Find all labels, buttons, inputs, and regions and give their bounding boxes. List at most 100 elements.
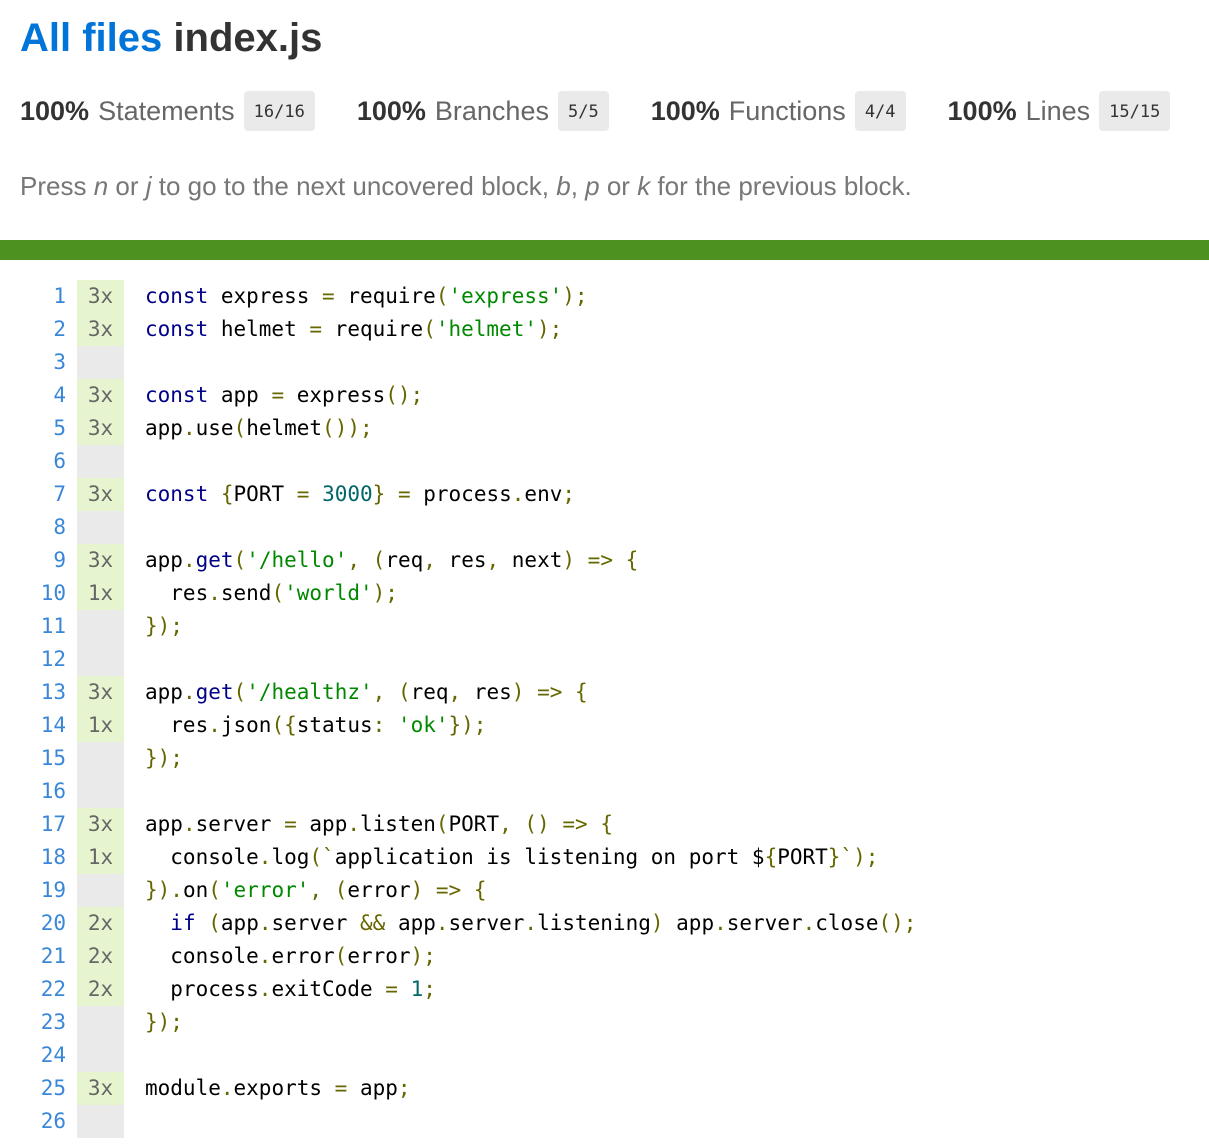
code-line: 2 3x const helmet = require('helmet'); — [0, 313, 1209, 346]
hint-text: to go to the next uncovered block, — [151, 171, 557, 201]
code-line: 23}); — [0, 1006, 1209, 1039]
line-number-link[interactable]: 11 — [0, 610, 67, 643]
line-number: 15 — [40, 746, 66, 770]
line-number-link[interactable]: 8 — [0, 511, 67, 544]
code-token: ( — [423, 317, 436, 341]
line-number-link[interactable]: 22 — [0, 973, 67, 1006]
line-number-link[interactable]: 5 — [0, 412, 67, 445]
line-number-link[interactable]: 26 — [0, 1105, 67, 1138]
source-text: console.log(`application is listening on… — [124, 841, 878, 874]
code-token: app — [347, 1076, 398, 1100]
code-token: . — [258, 977, 272, 1001]
code-token: && — [360, 911, 386, 935]
code-token: . — [802, 911, 816, 935]
code-token: , — [486, 548, 500, 572]
hit-count — [77, 775, 124, 808]
code-line: 10 1x res.send('world'); — [0, 577, 1209, 610]
hit-count: 3x — [77, 478, 124, 511]
source-text: app.use(helmet()); — [124, 412, 373, 445]
line-number-link[interactable]: 4 — [0, 379, 67, 412]
line-number-link[interactable]: 10 — [0, 577, 67, 610]
branches-percent: 100% — [356, 95, 426, 126]
hit-count: 2x — [77, 907, 124, 940]
code-line: 22 2x process.exitCode = 1; — [0, 973, 1209, 1006]
code-token: { — [220, 482, 234, 506]
code-token: ( — [233, 416, 247, 440]
hit-count: 1x — [77, 709, 124, 742]
code-line: 5 3x app.use(helmet()); — [0, 412, 1209, 445]
code-token: ( — [435, 284, 449, 308]
code-token: const — [145, 317, 209, 341]
line-number-link[interactable]: 3 — [0, 346, 67, 379]
code-token: 3000 — [322, 482, 373, 506]
line-number: 23 — [40, 1010, 66, 1034]
report-header: All files index.js 100% Statements 16/16… — [0, 0, 1209, 206]
source-text: const helmet = require('helmet'); — [124, 313, 562, 346]
line-number-link[interactable]: 24 — [0, 1039, 67, 1072]
line-number-link[interactable]: 14 — [0, 709, 67, 742]
code-line: 12 — [0, 643, 1209, 676]
line-number-link[interactable]: 1 — [0, 280, 67, 313]
code-token: ( — [397, 680, 411, 704]
code-token: ()); — [322, 416, 373, 440]
line-number-link[interactable]: 15 — [0, 742, 67, 775]
line-number-link[interactable]: 16 — [0, 775, 67, 808]
line-number-link[interactable]: 6 — [0, 445, 67, 478]
branches-fraction: 5/5 — [557, 91, 609, 131]
code-token: }); — [145, 614, 183, 638]
code-token: PORT — [233, 482, 297, 506]
line-number-link[interactable]: 23 — [0, 1006, 67, 1039]
line-number-link[interactable]: 17 — [0, 808, 67, 841]
code-token: app — [220, 911, 259, 935]
code-token: ) — [562, 548, 576, 572]
code-line: 25 3x module.exports = app; — [0, 1072, 1209, 1105]
code-token: . — [182, 416, 196, 440]
code-token: res — [435, 548, 487, 572]
code-token: application is listening on port $ — [334, 845, 765, 869]
line-number-link[interactable]: 2 — [0, 313, 67, 346]
code-line: 8 — [0, 511, 1209, 544]
hit-count — [77, 643, 124, 676]
code-token: => — [435, 878, 462, 902]
source-text: app.get('/hello', (req, res, next) => { — [124, 544, 638, 577]
code-token: , — [448, 680, 462, 704]
line-number-link[interactable]: 20 — [0, 907, 67, 940]
code-token: error — [271, 944, 335, 968]
line-number-link[interactable]: 25 — [0, 1072, 67, 1105]
code-token: = — [334, 1076, 348, 1100]
code-token: (` — [309, 845, 335, 869]
code-token: ( — [271, 581, 285, 605]
line-number-link[interactable]: 19 — [0, 874, 67, 907]
branches-label: Branches — [434, 95, 549, 126]
code-token: { — [764, 845, 778, 869]
line-number-link[interactable]: 9 — [0, 544, 67, 577]
file-name: index.js — [173, 16, 323, 60]
hint-text: or — [599, 171, 638, 201]
code-token: app — [145, 812, 183, 836]
code-line: 14 1x res.json({status: 'ok'}); — [0, 709, 1209, 742]
hit-count — [77, 874, 124, 907]
code-token: } — [372, 482, 386, 506]
code-token: log — [271, 845, 310, 869]
line-number-link[interactable]: 21 — [0, 940, 67, 973]
source-text: app.get('/healthz', (req, res) => { — [124, 676, 588, 709]
line-number-link[interactable]: 12 — [0, 643, 67, 676]
line-number: 24 — [40, 1043, 66, 1067]
code-token: process — [145, 977, 259, 1001]
line-number-link[interactable]: 7 — [0, 478, 67, 511]
line-number: 17 — [40, 812, 66, 836]
code-token: send — [220, 581, 272, 605]
code-token: console — [145, 845, 259, 869]
line-number-link[interactable]: 13 — [0, 676, 67, 709]
line-number-link[interactable]: 18 — [0, 841, 67, 874]
hit-count — [77, 1039, 124, 1072]
line-number: 13 — [40, 680, 66, 704]
statements-fraction: 16/16 — [243, 91, 315, 131]
breadcrumb-all-files-link[interactable]: All files — [20, 16, 162, 60]
code-token: exports — [233, 1076, 335, 1100]
code-token: { — [473, 878, 487, 902]
code-token: app — [385, 911, 436, 935]
